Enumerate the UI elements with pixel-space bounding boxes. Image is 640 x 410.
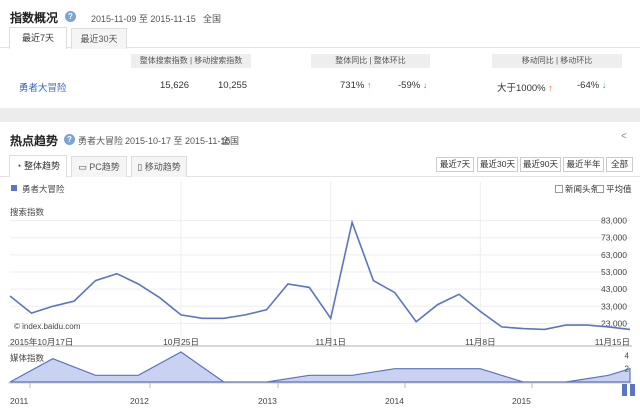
legend-label[interactable]: 勇者大冒险 (22, 183, 65, 195)
overview-title: 指数概况 (10, 11, 59, 25)
header-mobile-compare: 移动同比 | 移动环比 (492, 54, 622, 68)
x-tick-label: 10月25日 (163, 337, 199, 347)
timeline-year-label: 2012 (130, 396, 149, 406)
trend-date-range: 2015-10-17 至 2015-11-15 (125, 136, 231, 146)
media-y-tick-label: 4 (625, 351, 630, 360)
y-tick-label: 83,000 (601, 216, 627, 226)
timeline-year-label: 2011 (10, 396, 29, 406)
monitor-icon: ▭ (78, 162, 87, 172)
pie-icon: ◔ (16, 161, 22, 171)
header-overall-compare: 整体同比 | 整体环比 (311, 54, 430, 68)
y-tick-label: 53,000 (601, 267, 627, 277)
tab-last-30-days[interactable]: 最近30天 (71, 28, 127, 49)
share-icon[interactable]: < (621, 131, 627, 142)
legend-marker (11, 185, 17, 191)
y-axis-label: 搜索指数 (10, 207, 45, 217)
x-tick-label: 2015年10月17日 (10, 337, 73, 347)
mobile-mom: -64% (577, 80, 600, 91)
media-axis-label: 媒体指数 (10, 353, 45, 363)
overview-region: 全国 (203, 14, 222, 24)
tab-last-7-days[interactable]: 最近7天 (9, 27, 67, 49)
overview-keyword[interactable]: 勇者大冒险 (19, 80, 67, 94)
y-tick-label: 43,000 (601, 284, 627, 294)
average-checkbox[interactable]: 平均值 (596, 183, 632, 195)
range-half-year-button[interactable]: 最近半年 (563, 157, 604, 172)
search-index-line (9, 219, 631, 331)
media-y-tick-label: 2 (625, 365, 630, 374)
arrow-up-icon: ↑ (548, 83, 553, 93)
checkbox-icon (555, 185, 563, 193)
tab-pc-trend[interactable]: ▭ PC趋势 (71, 156, 127, 177)
timeline-year-label: 2014 (385, 396, 404, 406)
arrow-down-icon: ↓ (422, 80, 428, 90)
x-tick-label: 11月15日 (595, 337, 630, 347)
tab-overall-trend[interactable]: ◔ 整体趋势 (9, 155, 67, 177)
timeline-year-label: 2015 (512, 396, 531, 406)
help-icon[interactable]: ? (65, 11, 76, 22)
overview-date-range: 2015-11-09 至 2015-11-15 (91, 14, 196, 24)
header-search-index: 整体搜索指数 | 移动搜索指数 (131, 54, 251, 68)
timeline-year-label: 2013 (258, 396, 277, 406)
media-index-area (9, 351, 631, 383)
y-tick-label: 63,000 (601, 250, 627, 260)
arrow-down-icon: ↓ (601, 80, 607, 90)
x-tick-label: 11月8日 (465, 337, 496, 347)
range-7-days-button[interactable]: 最近7天 (436, 157, 474, 172)
help-icon[interactable]: ? (64, 134, 75, 145)
trend-title: 热点趋势 (10, 134, 59, 148)
range-90-days-button[interactable]: 最近90天 (520, 157, 561, 172)
y-tick-label: 33,000 (601, 301, 627, 311)
news-headline-checkbox[interactable]: 新闻头条 (555, 183, 599, 195)
tab-mobile-trend[interactable]: ▯ 移动趋势 (131, 156, 187, 177)
phone-icon: ▯ (137, 162, 143, 172)
range-30-days-button[interactable]: 最近30天 (477, 157, 518, 172)
mobile-yoy: 大于1000% (497, 83, 546, 94)
overall-search-index: 15,626 (160, 80, 190, 91)
checkbox-icon (596, 185, 604, 193)
y-tick-label: 23,000 (601, 318, 627, 328)
mobile-search-index: 10,255 (218, 80, 248, 91)
overall-mom: -59% (398, 80, 421, 91)
trend-keyword: 勇者大冒险 (78, 136, 124, 146)
arrow-up-icon: ↑ (366, 80, 372, 90)
timeline-handle-left (622, 384, 627, 396)
watermark-text: © index.baidu.com (14, 322, 81, 331)
trend-region: 全国 (221, 136, 240, 146)
overall-yoy: 731% (340, 80, 365, 91)
timeline-handle-right (630, 384, 635, 396)
section-divider (0, 108, 640, 122)
overview-panel: 指数概况 ? 2015-11-09 至 2015-11-15 全国 最近7天 最… (0, 0, 640, 108)
x-tick-label: 11月1日 (315, 337, 346, 347)
y-tick-label: 73,000 (601, 233, 627, 243)
range-all-button[interactable]: 全部 (606, 157, 633, 172)
